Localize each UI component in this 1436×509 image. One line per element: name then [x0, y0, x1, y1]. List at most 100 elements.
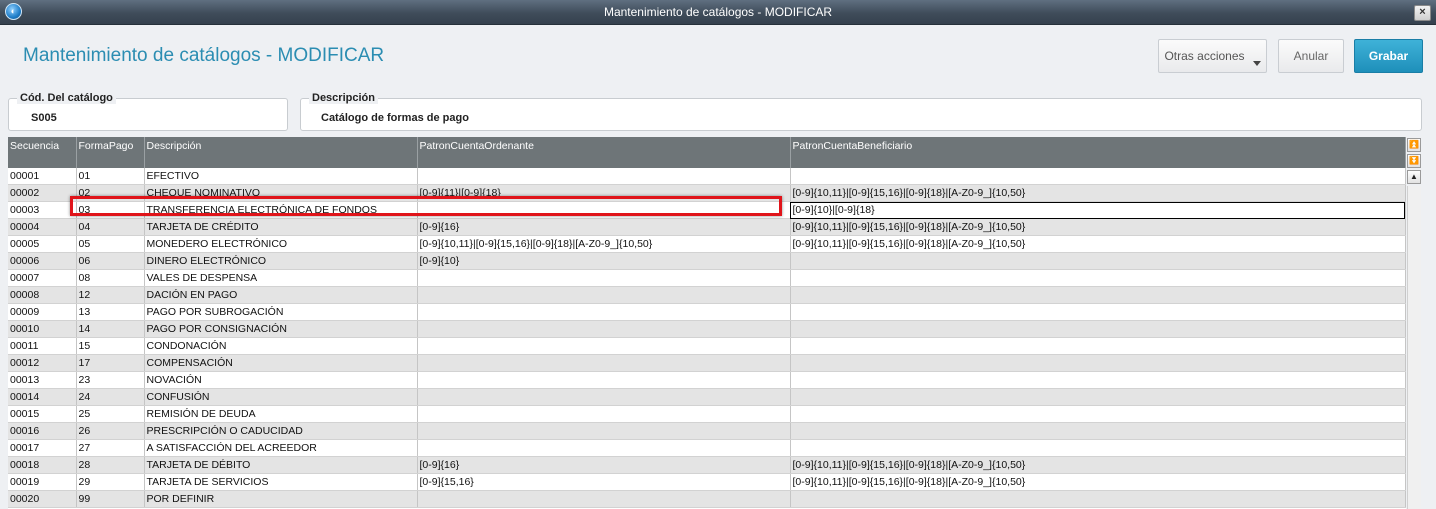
table-row[interactable]: 00010 14 PAGO POR CONSIGNACIÓN [8, 320, 1406, 338]
cell-ordenante[interactable] [417, 388, 791, 406]
cell-formapago[interactable]: 13 [76, 303, 145, 321]
cell-ordenante[interactable] [417, 320, 791, 338]
cell-secuencia[interactable]: 00013 [8, 371, 77, 389]
cell-beneficiario[interactable] [790, 371, 1406, 389]
cell-formapago[interactable]: 27 [76, 439, 145, 457]
cell-ordenante[interactable] [417, 168, 791, 185]
table-row[interactable]: 00015 25 REMISIÓN DE DEUDA [8, 405, 1406, 423]
cell-descripcion[interactable]: VALES DE DESPENSA [144, 269, 418, 287]
cell-descripcion[interactable]: PAGO POR CONSIGNACIÓN [144, 320, 418, 338]
cell-beneficiario[interactable] [790, 303, 1406, 321]
table-row[interactable]: 00011 15 CONDONACIÓN [8, 337, 1406, 355]
cell-formapago[interactable]: 15 [76, 337, 145, 355]
cell-ordenante[interactable] [417, 490, 791, 508]
cell-beneficiario[interactable] [790, 405, 1406, 423]
cell-beneficiario[interactable]: [0-9]{10,11}|[0-9]{15,16}|[0-9]{18}|[A-Z… [790, 456, 1406, 474]
cell-secuencia[interactable]: 00007 [8, 269, 77, 287]
cell-ordenante[interactable] [417, 371, 791, 389]
scroll-up-icon[interactable]: ▲ [1407, 170, 1421, 184]
cell-formapago[interactable]: 06 [76, 252, 145, 270]
cell-beneficiario[interactable]: [0-9]{10,11}|[0-9]{15,16}|[0-9]{18}|[A-Z… [790, 235, 1406, 253]
cell-secuencia[interactable]: 00019 [8, 473, 77, 491]
cell-beneficiario[interactable] [790, 252, 1406, 270]
cell-beneficiario[interactable]: [0-9]{10}|[0-9]{18} [790, 201, 1406, 219]
cell-beneficiario[interactable]: [0-9]{10,11}|[0-9]{15,16}|[0-9]{18}|[A-Z… [790, 473, 1406, 491]
cell-secuencia[interactable]: 00012 [8, 354, 77, 372]
cell-secuencia[interactable]: 00015 [8, 405, 77, 423]
description-field[interactable]: Descripción Catálogo de formas de pago [300, 92, 1422, 131]
cell-secuencia[interactable]: 00009 [8, 303, 77, 321]
cell-ordenante[interactable] [417, 422, 791, 440]
cell-ordenante[interactable]: [0-9]{16} [417, 218, 791, 236]
scrollbar-track[interactable] [1407, 186, 1421, 509]
cell-secuencia[interactable]: 00002 [8, 184, 77, 202]
cell-descripcion[interactable]: NOVACIÓN [144, 371, 418, 389]
close-icon[interactable]: × [1414, 5, 1431, 21]
cell-descripcion[interactable]: CONDONACIÓN [144, 337, 418, 355]
cell-ordenante[interactable] [417, 303, 791, 321]
cell-descripcion[interactable]: DACIÓN EN PAGO [144, 286, 418, 304]
cell-secuencia[interactable]: 00016 [8, 422, 77, 440]
cell-descripcion[interactable]: REMISIÓN DE DEUDA [144, 405, 418, 423]
cell-beneficiario[interactable] [790, 286, 1406, 304]
cell-formapago[interactable]: 29 [76, 473, 145, 491]
cell-ordenante[interactable]: [0-9]{10} [417, 252, 791, 270]
cell-ordenante[interactable]: [0-9]{15,16} [417, 473, 791, 491]
cell-formapago[interactable]: 26 [76, 422, 145, 440]
cell-descripcion[interactable]: A SATISFACCIÓN DEL ACREEDOR [144, 439, 418, 457]
cell-formapago[interactable]: 25 [76, 405, 145, 423]
cell-descripcion[interactable]: TARJETA DE SERVICIOS [144, 473, 418, 491]
cell-secuencia[interactable]: 00006 [8, 252, 77, 270]
cell-descripcion[interactable]: COMPENSACIÓN [144, 354, 418, 372]
cell-beneficiario[interactable] [790, 439, 1406, 457]
cell-beneficiario[interactable] [790, 490, 1406, 508]
cell-secuencia[interactable]: 00008 [8, 286, 77, 304]
cell-secuencia[interactable]: 00010 [8, 320, 77, 338]
cell-formapago[interactable]: 12 [76, 286, 145, 304]
table-row[interactable]: 00014 24 CONFUSIÓN [8, 388, 1406, 406]
column-header-beneficiario[interactable]: PatronCuentaBeneficiario [790, 137, 1406, 168]
cell-ordenante[interactable]: [0-9]{10,11}|[0-9]{15,16}|[0-9]{18}|[A-Z… [417, 235, 791, 253]
cell-descripcion[interactable]: EFECTIVO [144, 168, 418, 185]
column-header-secuencia[interactable]: Secuencia [8, 137, 77, 168]
cell-secuencia[interactable]: 00018 [8, 456, 77, 474]
catalog-code-field[interactable]: Cód. Del catálogo S005 [8, 92, 288, 131]
cell-beneficiario[interactable]: [0-9]{10,11}|[0-9]{15,16}|[0-9]{18}|[A-Z… [790, 218, 1406, 236]
table-row[interactable]: 00012 17 COMPENSACIÓN [8, 354, 1406, 372]
table-row[interactable]: 00013 23 NOVACIÓN [8, 371, 1406, 389]
table-row[interactable]: 00006 06 DINERO ELECTRÓNICO [0-9]{10} [8, 252, 1406, 270]
cell-secuencia[interactable]: 00001 [8, 168, 77, 185]
table-row[interactable]: 00005 05 MONEDERO ELECTRÓNICO [0-9]{10,11}|… [8, 235, 1406, 253]
column-header-formapago[interactable]: FormaPago [76, 137, 145, 168]
cell-secuencia[interactable]: 00017 [8, 439, 77, 457]
cell-descripcion[interactable]: PRESCRIPCIÓN O CADUCIDAD [144, 422, 418, 440]
table-row[interactable]: 00020 99 POR DEFINIR [8, 490, 1406, 508]
cell-formapago[interactable]: 23 [76, 371, 145, 389]
cell-secuencia[interactable]: 00005 [8, 235, 77, 253]
column-header-ordenante[interactable]: PatronCuentaOrdenante [417, 137, 791, 168]
column-header-descripcion[interactable]: Descripción [144, 137, 418, 168]
other-actions-button[interactable]: Otras acciones [1158, 39, 1267, 73]
cell-descripcion[interactable]: PAGO POR SUBROGACIÓN [144, 303, 418, 321]
cell-beneficiario[interactable] [790, 269, 1406, 287]
cancel-button[interactable]: Anular [1278, 39, 1344, 73]
table-row[interactable]: 00008 12 DACIÓN EN PAGO [8, 286, 1406, 304]
table-row[interactable]: 00007 08 VALES DE DESPENSA [8, 269, 1406, 287]
table-row[interactable]: 00001 01 EFECTIVO [8, 168, 1406, 185]
cell-formapago[interactable]: 28 [76, 456, 145, 474]
table-row[interactable]: 00019 29 TARJETA DE SERVICIOS [0-9]{15,16}[… [8, 473, 1406, 491]
table-row[interactable]: 00017 27 A SATISFACCIÓN DEL ACREEDOR [8, 439, 1406, 457]
save-button[interactable]: Grabar [1354, 39, 1423, 73]
cell-ordenante[interactable] [417, 337, 791, 355]
cell-ordenante[interactable] [417, 405, 791, 423]
cell-beneficiario[interactable] [790, 168, 1406, 185]
cell-secuencia[interactable]: 00003 [8, 201, 77, 219]
cell-descripcion[interactable]: DINERO ELECTRÓNICO [144, 252, 418, 270]
cell-formapago[interactable]: 24 [76, 388, 145, 406]
table-row[interactable]: 00018 28 TARJETA DE DÉBITO [0-9]{16} [0-9]{1… [8, 456, 1406, 474]
table-row[interactable]: 00016 26 PRESCRIPCIÓN O CADUCIDAD [8, 422, 1406, 440]
cell-secuencia[interactable]: 00020 [8, 490, 77, 508]
table-row[interactable]: 00004 04 TARJETA DE CRÉDITO [0-9]{16} [0-9]{… [8, 218, 1406, 236]
cell-formapago[interactable]: 08 [76, 269, 145, 287]
cell-secuencia[interactable]: 00011 [8, 337, 77, 355]
